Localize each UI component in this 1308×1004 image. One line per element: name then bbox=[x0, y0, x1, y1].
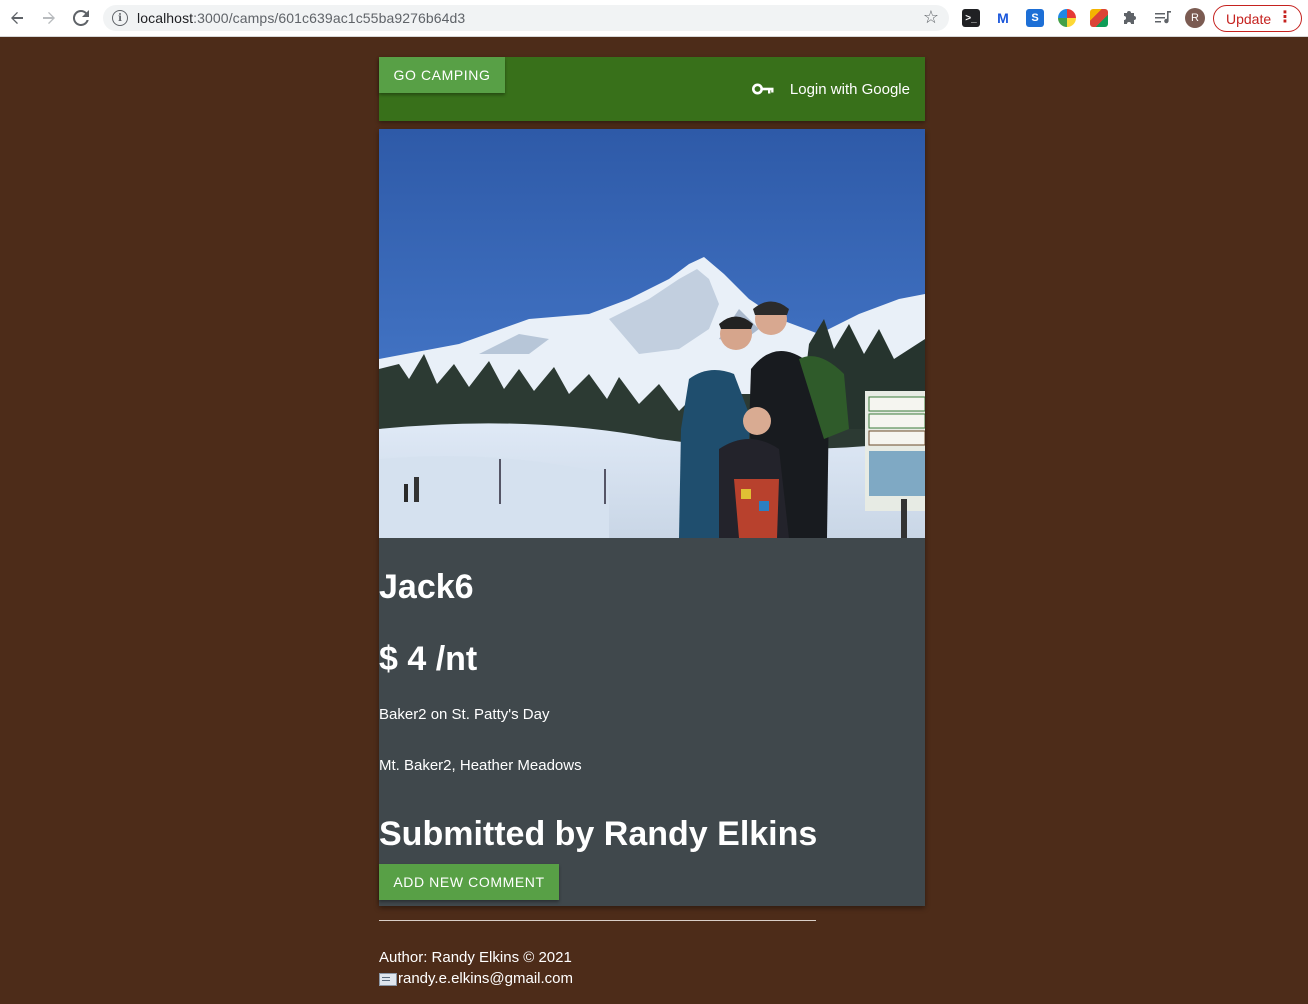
color-extension-icon[interactable] bbox=[1090, 9, 1108, 27]
camp-card: Jack6 $ 4 /nt Baker2 on St. Patty's Day … bbox=[379, 129, 925, 906]
forward-button[interactable] bbox=[38, 7, 60, 29]
login-label: Login with Google bbox=[789, 80, 910, 98]
more-vert-icon[interactable]: ⋮ bbox=[1277, 9, 1293, 27]
update-label: Update bbox=[1226, 10, 1272, 27]
login-with-google-link[interactable]: Login with Google bbox=[751, 77, 910, 101]
color-picker-extension-icon[interactable] bbox=[1058, 9, 1076, 27]
url-path: :3000/camps/601c639ac1c55ba9276b64d3 bbox=[193, 10, 466, 26]
puzzle-icon[interactable] bbox=[1122, 9, 1140, 27]
reload-button[interactable] bbox=[70, 7, 92, 29]
terminal-extension-icon[interactable]: >_ bbox=[962, 9, 980, 27]
footer-email-link[interactable]: randy.e.elkins@gmail.com bbox=[379, 969, 573, 989]
url-host: localhost bbox=[137, 10, 194, 26]
star-icon[interactable]: ☆ bbox=[923, 7, 939, 28]
malwarebytes-extension-icon[interactable]: M bbox=[994, 9, 1012, 27]
camp-photo bbox=[379, 129, 925, 538]
camp-location: Mt. Baker2, Heather Meadows bbox=[379, 757, 582, 774]
add-new-comment-button[interactable]: ADD NEW COMMENT bbox=[379, 864, 559, 900]
submitted-by: Submitted by Randy Elkins bbox=[379, 815, 818, 853]
s-extension-icon[interactable]: S bbox=[1026, 9, 1044, 27]
address-bar[interactable]: i localhost:3000/camps/601c639ac1c55ba92… bbox=[103, 5, 949, 31]
footer-email: randy.e.elkins@gmail.com bbox=[398, 970, 574, 987]
camp-name: Jack6 bbox=[379, 568, 474, 606]
footer-author: Author: Randy Elkins © 2021 bbox=[379, 949, 572, 966]
update-button[interactable]: Update ⋮ bbox=[1213, 5, 1302, 32]
go-camping-button[interactable]: GO CAMPING bbox=[379, 57, 505, 93]
info-icon[interactable]: i bbox=[112, 10, 128, 26]
navbar: GO CAMPING Login with Google bbox=[379, 57, 925, 121]
media-queue-icon[interactable] bbox=[1154, 9, 1172, 27]
arrow-right-icon bbox=[43, 12, 55, 24]
camp-price: $ 4 /nt bbox=[379, 640, 478, 678]
reload-icon bbox=[73, 10, 89, 26]
browser-toolbar: i localhost:3000/camps/601c639ac1c55ba92… bbox=[0, 0, 1308, 37]
envelope-icon bbox=[379, 972, 397, 986]
camp-description: Baker2 on St. Patty's Day bbox=[379, 706, 550, 723]
url-text[interactable]: localhost:3000/camps/601c639ac1c55ba9276… bbox=[137, 10, 465, 26]
back-button[interactable] bbox=[6, 7, 28, 29]
key-icon bbox=[751, 83, 774, 95]
avatar[interactable]: R bbox=[1185, 8, 1205, 28]
arrow-left-icon bbox=[11, 12, 23, 24]
footer-divider bbox=[379, 920, 816, 921]
